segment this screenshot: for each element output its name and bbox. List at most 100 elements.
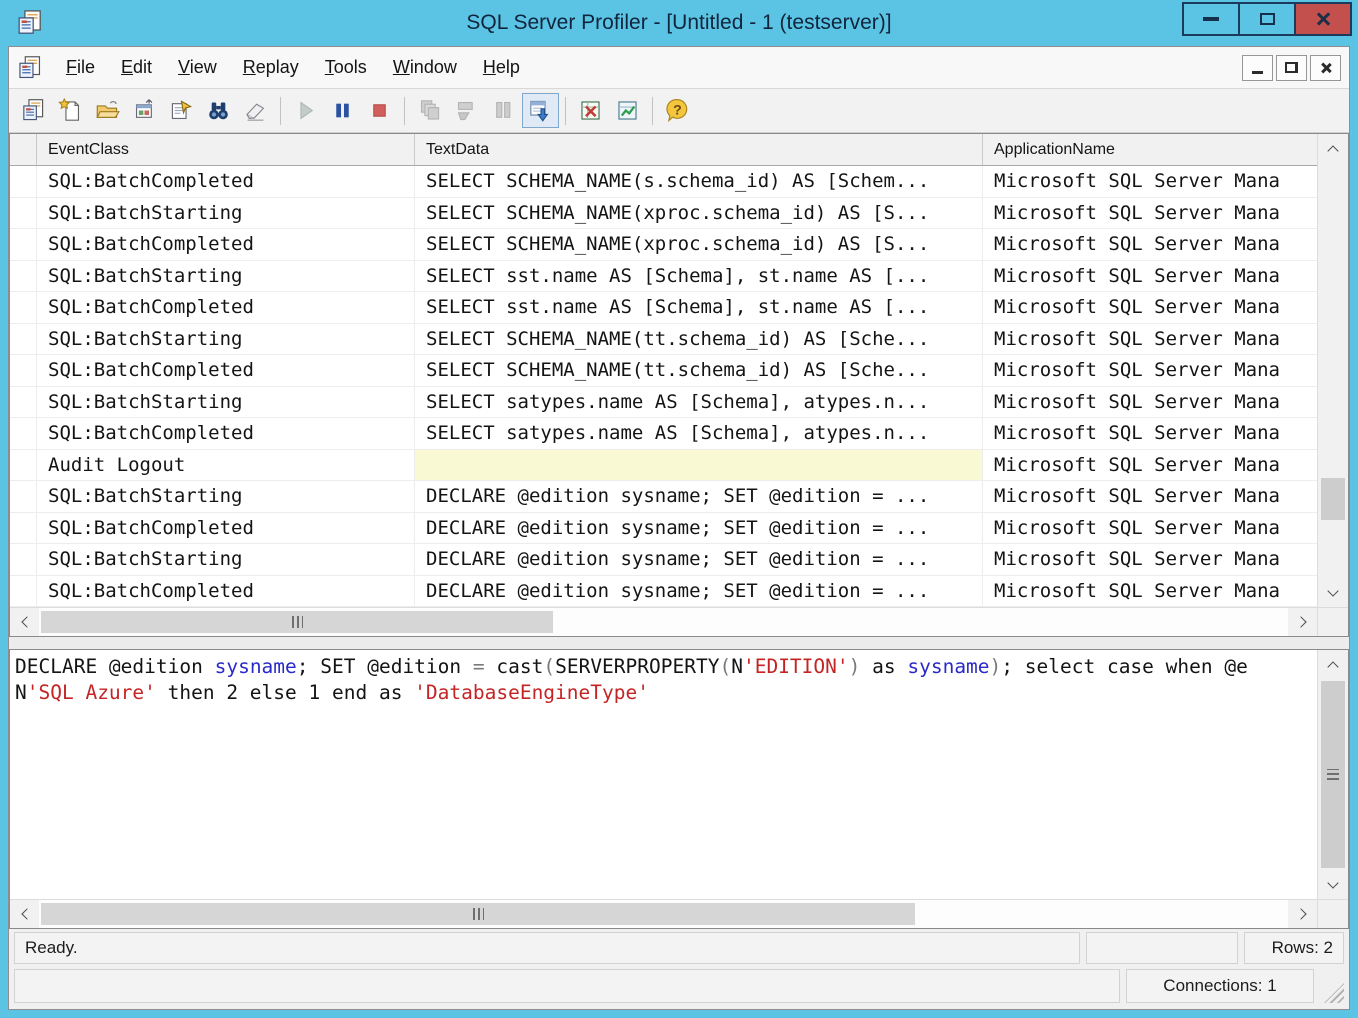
trace-row[interactable]: SQL:BatchCompletedSELECT SCHEMA_NAME(s.s… bbox=[10, 166, 1317, 198]
status-rows: Rows: 2 bbox=[1244, 932, 1344, 964]
row-selector-cell bbox=[10, 292, 37, 323]
stop-trace-button[interactable] bbox=[361, 93, 398, 128]
scroll-thumb[interactable] bbox=[41, 611, 553, 633]
scroll-thumb[interactable] bbox=[1321, 478, 1345, 520]
applicationname-cell: Microsoft SQL Server Mana bbox=[983, 324, 1317, 355]
trace-row[interactable]: SQL:BatchCompletedDECLARE @edition sysna… bbox=[10, 513, 1317, 545]
scroll-down-button[interactable] bbox=[1318, 870, 1348, 899]
trace-row[interactable]: Audit LogoutMicrosoft SQL Server Mana bbox=[10, 450, 1317, 482]
menu-help[interactable]: Help bbox=[470, 52, 533, 83]
open-trace-button[interactable] bbox=[89, 93, 126, 128]
detail-vertical-scrollbar[interactable] bbox=[1317, 650, 1348, 899]
menu-tools[interactable]: Tools bbox=[312, 52, 380, 83]
applicationname-cell: Microsoft SQL Server Mana bbox=[983, 261, 1317, 292]
run-to-cursor-icon bbox=[454, 98, 479, 123]
help-button[interactable]: ? bbox=[659, 93, 696, 128]
menu-edit[interactable]: Edit bbox=[108, 52, 165, 83]
find-button[interactable] bbox=[200, 93, 237, 128]
minimize-button[interactable] bbox=[1182, 2, 1240, 36]
scrollbar-corner bbox=[1317, 608, 1348, 636]
mdi-restore-button[interactable] bbox=[1276, 55, 1307, 81]
row-selector-cell bbox=[10, 481, 37, 512]
sql-text[interactable]: DECLARE @edition sysname; SET @edition =… bbox=[10, 650, 1317, 899]
eventclass-cell: Audit Logout bbox=[37, 450, 415, 481]
open-trace-table-button[interactable] bbox=[126, 93, 163, 128]
svg-text:?: ? bbox=[673, 102, 682, 118]
eventclass-cell: SQL:BatchCompleted bbox=[37, 292, 415, 323]
column-header-applicationname[interactable]: ApplicationName bbox=[983, 134, 1317, 165]
scroll-thumb[interactable] bbox=[41, 903, 915, 925]
trace-row[interactable]: SQL:BatchCompletedSELECT satypes.name AS… bbox=[10, 418, 1317, 450]
trace-row[interactable]: SQL:BatchCompletedSELECT sst.name AS [Sc… bbox=[10, 292, 1317, 324]
textdata-cell: DECLARE @edition sysname; SET @edition =… bbox=[415, 576, 983, 607]
mdi-minimize-button[interactable] bbox=[1242, 55, 1273, 81]
column-header-eventclass[interactable]: EventClass bbox=[37, 134, 415, 165]
grip-icon bbox=[1324, 983, 1344, 1003]
scroll-right-button[interactable] bbox=[1288, 900, 1317, 928]
resize-grip[interactable] bbox=[1320, 969, 1344, 1003]
trace-row[interactable]: SQL:BatchStartingSELECT SCHEMA_NAME(tt.s… bbox=[10, 324, 1317, 356]
close-button[interactable] bbox=[1294, 2, 1352, 36]
row-selector-cell bbox=[10, 198, 37, 229]
maximize-button[interactable] bbox=[1238, 2, 1296, 36]
detail-horizontal-scrollbar[interactable] bbox=[10, 900, 1317, 928]
mdi-window-controls bbox=[1242, 55, 1341, 81]
menu-replay[interactable]: Replay bbox=[230, 52, 312, 83]
clear-trace-button[interactable] bbox=[237, 93, 274, 128]
grip-icon bbox=[292, 616, 303, 628]
mdi-close-button[interactable] bbox=[1310, 55, 1341, 81]
window-controls bbox=[1184, 2, 1352, 36]
window-title: SQL Server Profiler - [Untitled - 1 (tes… bbox=[8, 11, 1350, 35]
trace-row[interactable]: SQL:BatchStartingDECLARE @edition sysnam… bbox=[10, 544, 1317, 576]
eventclass-cell: SQL:BatchCompleted bbox=[37, 576, 415, 607]
menu-bar: FileEditViewReplayToolsWindowHelp bbox=[9, 47, 1349, 89]
menu-window[interactable]: Window bbox=[380, 52, 470, 83]
row-selector-cell bbox=[10, 576, 37, 607]
new-trace-button[interactable] bbox=[52, 93, 89, 128]
scroll-track[interactable] bbox=[39, 608, 1288, 636]
scroll-up-button[interactable] bbox=[1318, 134, 1348, 163]
trace-row[interactable]: SQL:BatchStartingSELECT satypes.name AS … bbox=[10, 387, 1317, 419]
toolbar-separator bbox=[565, 97, 566, 125]
scroll-up-button[interactable] bbox=[1318, 650, 1348, 679]
pause-trace-button[interactable] bbox=[324, 93, 361, 128]
scroll-thumb[interactable] bbox=[1321, 681, 1345, 868]
eventclass-cell: SQL:BatchStarting bbox=[37, 481, 415, 512]
scroll-track[interactable] bbox=[1318, 163, 1348, 578]
pause-trace-icon bbox=[330, 98, 355, 123]
eventclass-cell: SQL:BatchStarting bbox=[37, 198, 415, 229]
grid-vertical-scrollbar[interactable] bbox=[1317, 134, 1348, 607]
properties-button[interactable] bbox=[163, 93, 200, 128]
view-chart-button[interactable] bbox=[609, 93, 646, 128]
clear-trace-icon bbox=[243, 98, 268, 123]
menu-file[interactable]: File bbox=[53, 52, 108, 83]
trace-row[interactable]: SQL:BatchCompletedSELECT SCHEMA_NAME(tt.… bbox=[10, 355, 1317, 387]
eventclass-cell: SQL:BatchStarting bbox=[37, 324, 415, 355]
pane-splitter[interactable] bbox=[9, 637, 1349, 649]
textdata-cell: SELECT satypes.name AS [Schema], atypes.… bbox=[415, 418, 983, 449]
trace-row[interactable]: SQL:BatchStartingSELECT sst.name AS [Sch… bbox=[10, 261, 1317, 293]
chevron-up-icon bbox=[1327, 145, 1338, 156]
scroll-track[interactable] bbox=[1318, 679, 1348, 870]
scroll-right-button[interactable] bbox=[1288, 608, 1317, 636]
textdata-cell: SELECT satypes.name AS [Schema], atypes.… bbox=[415, 387, 983, 418]
help-icon: ? bbox=[665, 98, 690, 123]
scroll-down-button[interactable] bbox=[1318, 578, 1348, 607]
trace-row[interactable]: SQL:BatchCompletedDECLARE @edition sysna… bbox=[10, 576, 1317, 608]
column-header-textdata[interactable]: TextData bbox=[415, 134, 983, 165]
start-trace-icon bbox=[293, 98, 318, 123]
menu-view[interactable]: View bbox=[165, 52, 230, 83]
trace-file-button[interactable] bbox=[15, 93, 52, 128]
trace-row[interactable]: SQL:BatchStartingSELECT SCHEMA_NAME(xpro… bbox=[10, 198, 1317, 230]
trace-row[interactable]: SQL:BatchStartingDECLARE @edition sysnam… bbox=[10, 481, 1317, 513]
trace-row[interactable]: SQL:BatchCompletedSELECT SCHEMA_NAME(xpr… bbox=[10, 229, 1317, 261]
scroll-left-button[interactable] bbox=[10, 900, 39, 928]
row-selector-cell bbox=[10, 450, 37, 481]
sql-line: N'SQL Azure' then 2 else 1 end as 'Datab… bbox=[15, 680, 1312, 706]
auto-scroll-button[interactable] bbox=[522, 93, 559, 128]
client-area: FileEditViewReplayToolsWindowHelp ? Even… bbox=[8, 46, 1350, 1010]
grid-horizontal-scrollbar[interactable] bbox=[10, 608, 1317, 636]
scroll-track[interactable] bbox=[39, 900, 1288, 928]
scroll-left-button[interactable] bbox=[10, 608, 39, 636]
export-grid-button[interactable] bbox=[572, 93, 609, 128]
